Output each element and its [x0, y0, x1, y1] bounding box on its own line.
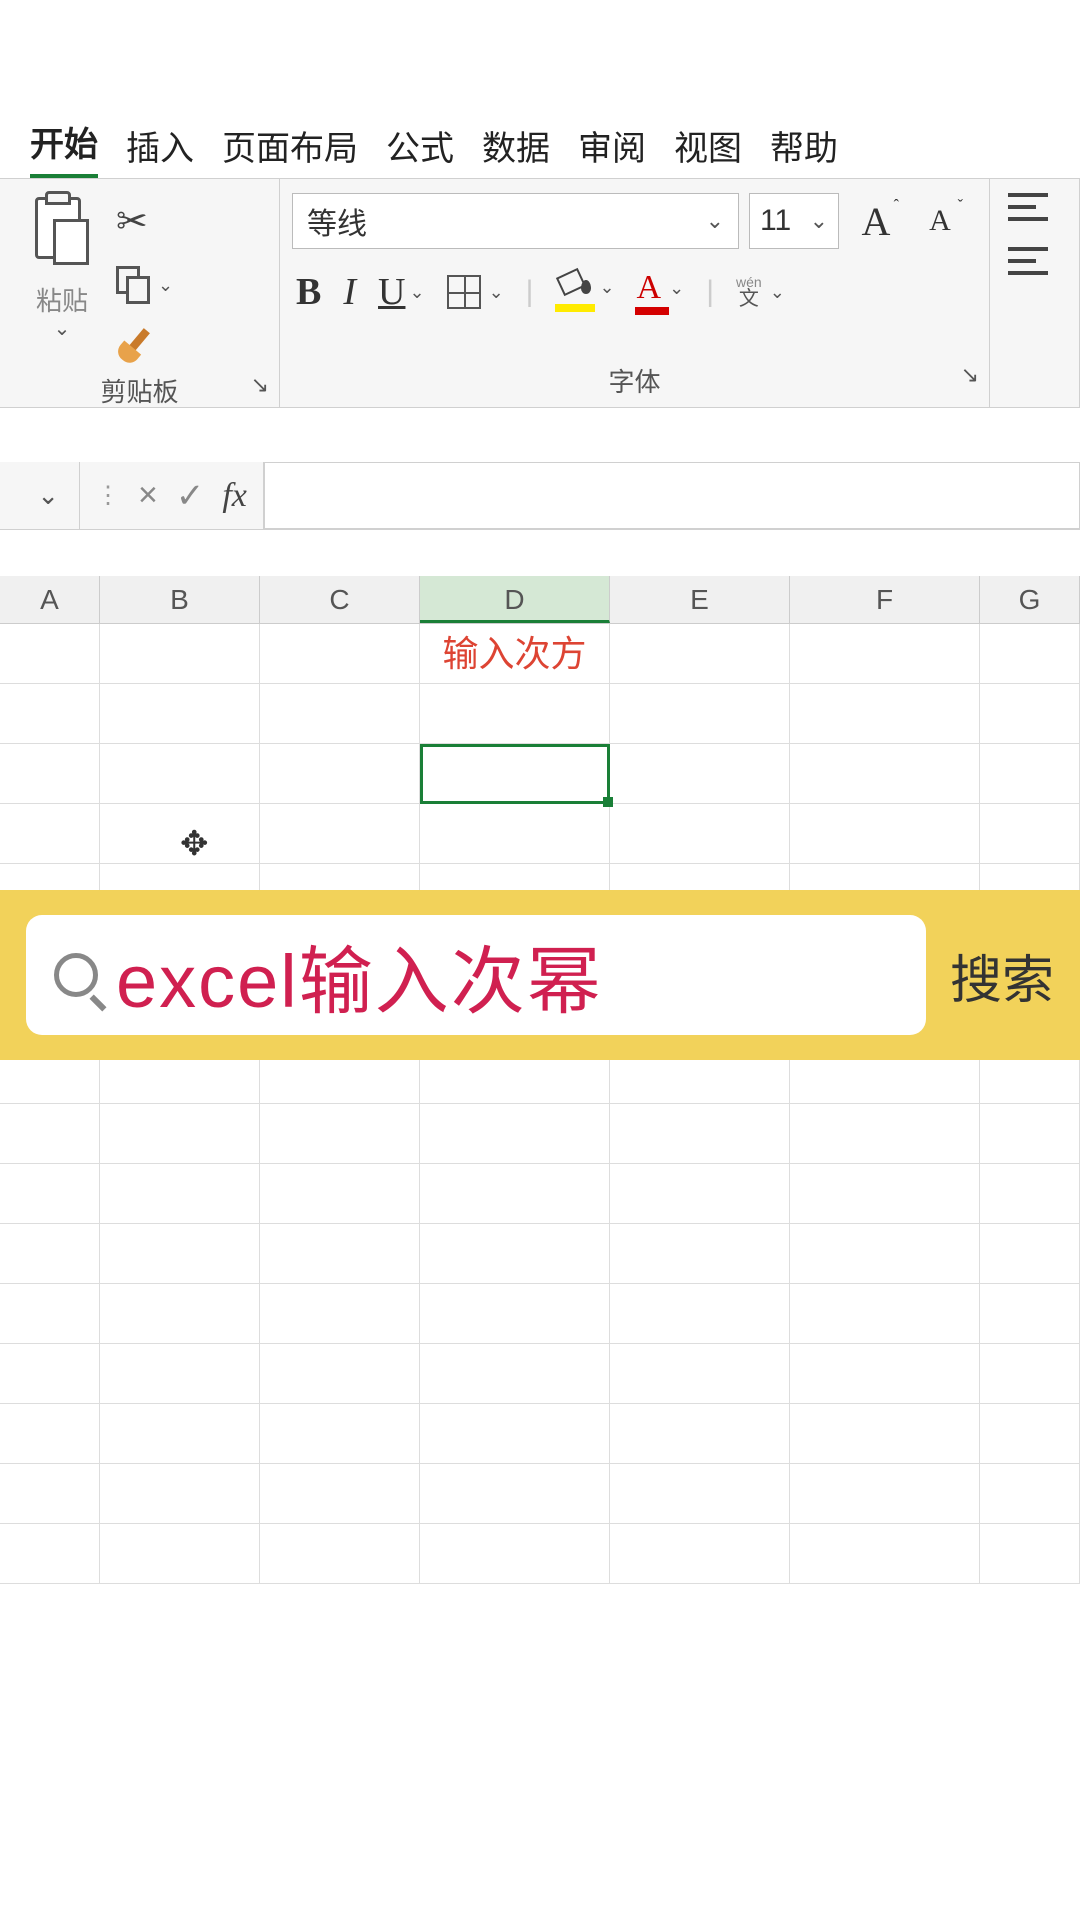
separator: | — [706, 275, 714, 309]
column-header-E[interactable]: E — [610, 576, 790, 623]
font-size-value: 11 — [760, 204, 791, 238]
formula-input[interactable] — [264, 462, 1080, 529]
chevron-down-icon: ⌄ — [599, 277, 614, 298]
fx-icon[interactable]: fx — [222, 477, 247, 515]
tab-formulas[interactable]: 公式 — [386, 121, 454, 178]
fill-handle[interactable] — [603, 797, 613, 807]
align-left-icon[interactable] — [1008, 247, 1048, 275]
cell-cursor-icon: ✥ — [180, 824, 209, 864]
cancel-formula-icon[interactable]: × — [138, 476, 158, 515]
clipboard-launcher-icon[interactable]: ↘ — [251, 372, 269, 398]
borders-button[interactable]: ⌄ — [447, 275, 504, 309]
tab-review[interactable]: 审阅 — [578, 121, 646, 178]
increase-font-size-button[interactable]: Aˆ — [849, 193, 903, 249]
tab-data[interactable]: 数据 — [482, 121, 550, 178]
column-header-D[interactable]: D — [420, 576, 610, 623]
selected-cell[interactable] — [420, 744, 610, 804]
separator: | — [526, 275, 534, 309]
formula-bar: ⌄ ⋮ × ✓ fx — [0, 462, 1080, 530]
tab-insert[interactable]: 插入 — [126, 121, 194, 178]
font-color-icon: A — [637, 269, 662, 307]
chevron-down-icon: ⌄ — [706, 208, 724, 234]
paste-label: 粘贴 — [36, 281, 88, 318]
column-header-B[interactable]: B — [100, 576, 260, 623]
ribbon: 粘贴 ⌄ ✂ ⌄ 剪贴板 ↘ 等线 ⌄ — [0, 178, 1080, 408]
copy-dropdown-icon[interactable]: ⌄ — [158, 275, 173, 296]
copy-button[interactable]: ⌄ — [116, 266, 173, 304]
column-header-C[interactable]: C — [260, 576, 420, 623]
tab-help[interactable]: 帮助 — [770, 121, 838, 178]
align-top-icon[interactable] — [1008, 193, 1048, 221]
chevron-down-icon: ⌄ — [770, 282, 785, 303]
search-box[interactable]: excel输入次幂 — [26, 915, 926, 1035]
font-name-value: 等线 — [307, 199, 367, 243]
group-label-clipboard: 剪贴板 ↘ — [0, 366, 279, 417]
search-overlay: excel输入次幂 搜索 — [0, 890, 1080, 1060]
borders-icon — [447, 275, 481, 309]
column-headers: A B C D E F G — [0, 576, 1080, 624]
chevron-down-icon: ⌄ — [669, 278, 684, 299]
paste-icon[interactable] — [27, 197, 97, 277]
phonetic-guide-button[interactable]: wén文 ⌄ — [736, 275, 785, 309]
accept-formula-icon[interactable]: ✓ — [176, 476, 205, 516]
column-header-A[interactable]: A — [0, 576, 100, 623]
fx-handle-icon: ⋮ — [96, 481, 120, 510]
search-button[interactable]: 搜索 — [950, 938, 1054, 1013]
ribbon-tabs: 开始 插入 页面布局 公式 数据 审阅 视图 帮助 — [0, 122, 1080, 178]
name-box-dropdown[interactable]: ⌄ — [0, 462, 80, 529]
font-size-select[interactable]: 11 ⌄ — [749, 193, 839, 249]
group-label-font: 字体 ↘ — [280, 356, 989, 407]
bold-button[interactable]: B — [296, 270, 321, 314]
tab-home[interactable]: 开始 — [30, 117, 98, 178]
italic-button[interactable]: I — [343, 270, 356, 314]
paste-dropdown-icon[interactable]: ⌄ — [54, 316, 71, 341]
fill-color-button[interactable]: ⌄ — [555, 272, 614, 312]
column-header-F[interactable]: F — [790, 576, 980, 623]
chevron-down-icon: ⌄ — [810, 208, 828, 234]
group-alignment — [990, 179, 1080, 407]
cut-icon[interactable]: ✂ — [116, 199, 173, 244]
font-name-select[interactable]: 等线 ⌄ — [292, 193, 739, 249]
fill-icon — [555, 272, 591, 302]
decrease-font-size-button[interactable]: Aˇ — [913, 193, 967, 249]
search-query: excel输入次幂 — [116, 922, 603, 1029]
font-launcher-icon[interactable]: ↘ — [961, 362, 979, 388]
tab-view[interactable]: 视图 — [674, 121, 742, 178]
column-header-G[interactable]: G — [980, 576, 1080, 623]
copy-icon — [116, 266, 150, 304]
phonetic-icon: wén文 — [736, 275, 762, 309]
underline-button[interactable]: U ⌄ — [378, 270, 425, 314]
font-color-button[interactable]: A ⌄ — [637, 269, 685, 315]
group-font: 等线 ⌄ 11 ⌄ Aˆ Aˇ B I U ⌄ ⌄ — [280, 179, 990, 407]
cell-D1[interactable]: 输入次方 — [420, 624, 610, 683]
tab-page-layout[interactable]: 页面布局 — [222, 121, 358, 178]
chevron-down-icon: ⌄ — [409, 282, 424, 303]
worksheet-grid[interactable]: 输入次方 ✥ — [0, 624, 1080, 1920]
format-painter-icon[interactable] — [116, 326, 173, 366]
group-clipboard: 粘贴 ⌄ ✂ ⌄ 剪贴板 ↘ — [0, 179, 280, 407]
search-icon — [54, 953, 98, 997]
chevron-down-icon: ⌄ — [489, 282, 504, 303]
